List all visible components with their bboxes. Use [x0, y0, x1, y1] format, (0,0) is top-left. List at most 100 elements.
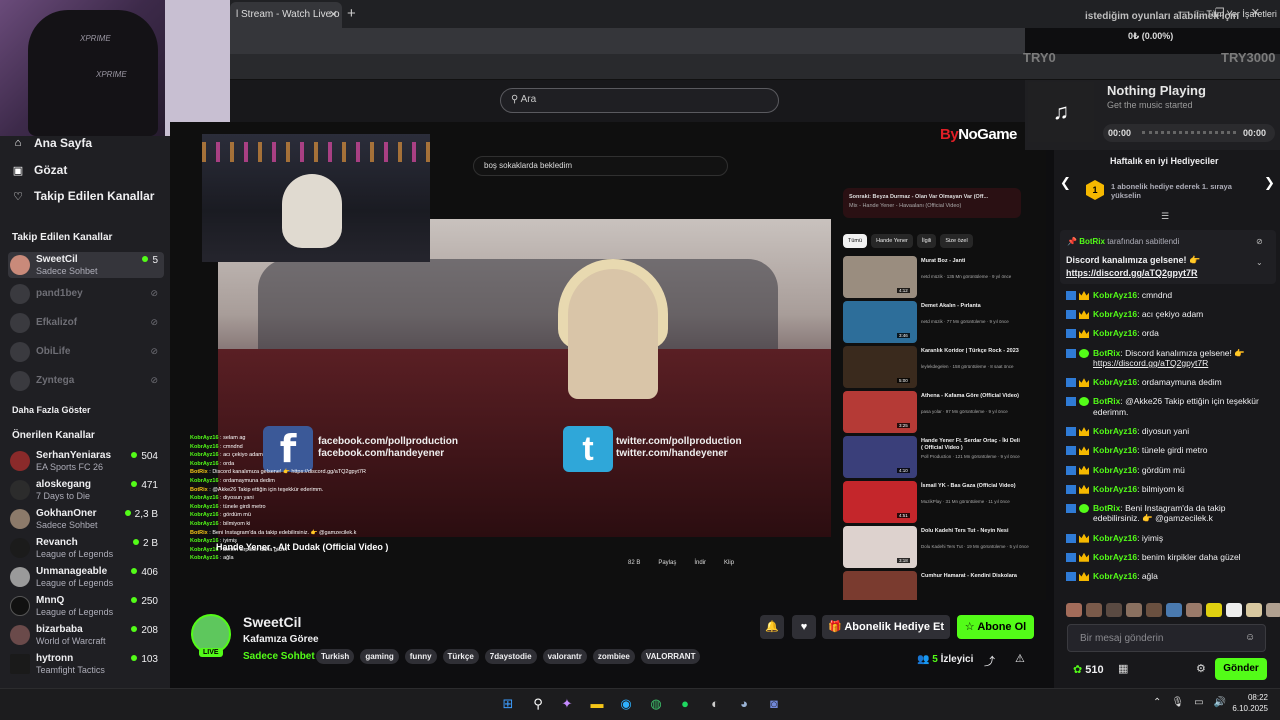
- emote[interactable]: [1146, 603, 1162, 617]
- chat-username[interactable]: KobrAyz16: [1093, 571, 1137, 581]
- chat-username[interactable]: KobrAyz16: [1093, 426, 1137, 436]
- chat-username[interactable]: KobrAyz16: [1093, 445, 1137, 455]
- stream-category[interactable]: Sadece Sohbet: [243, 651, 315, 662]
- emote[interactable]: [1066, 603, 1082, 617]
- emote[interactable]: [1166, 603, 1182, 617]
- emote[interactable]: [1086, 603, 1102, 617]
- share-icon[interactable]: ⤴: [984, 653, 995, 669]
- sidebar-channel-sweetcil[interactable]: SweetCil Sadece Sohbet 5: [8, 252, 164, 278]
- badge-icon: [1066, 446, 1076, 456]
- pinned-link[interactable]: https://discord.gg/aTQ2gpyt7R: [1066, 268, 1198, 278]
- chat-text: orda: [1141, 328, 1159, 339]
- sidebar-channel-aloskegang[interactable]: aloskegang 7 Days to Die 471: [8, 477, 164, 503]
- chrome-icon[interactable]: ◍: [647, 695, 665, 713]
- emote[interactable]: [1106, 603, 1122, 617]
- chevron-left-icon[interactable]: ❮: [1060, 175, 1071, 191]
- browser-tab[interactable]: l Stream - Watch Live o ✕: [230, 2, 342, 28]
- sidebar-channel-serhanyeniaras[interactable]: SerhanYeniaras EA Sports FC 26 504: [8, 448, 164, 474]
- chat-username[interactable]: KobrAyz16: [1093, 484, 1137, 494]
- tag[interactable]: Türkçe: [442, 649, 479, 664]
- steam-icon[interactable]: ◕: [735, 695, 753, 713]
- sidebar-channel-bizarbaba[interactable]: bizarbaba World of Warcraft 208: [8, 622, 164, 648]
- tag[interactable]: Turkish: [316, 649, 355, 664]
- sidebar-channel-zyntega[interactable]: Zyntega ⊘: [8, 368, 164, 394]
- chat-username[interactable]: KobrAyz16: [1093, 328, 1137, 338]
- sidebar-channel-revanch[interactable]: Revanch League of Legends 2 B: [8, 535, 164, 561]
- windows-start-icon[interactable]: ⊞: [499, 695, 517, 713]
- microphone-icon[interactable]: 🎙: [1171, 697, 1184, 708]
- nav-browse[interactable]: ▣ Gözat: [12, 163, 68, 177]
- emote[interactable]: [1226, 603, 1242, 617]
- tag[interactable]: funny: [404, 649, 437, 664]
- donation-progress: 0₺ (0.00%): [1128, 31, 1174, 41]
- chevron-right-icon[interactable]: ❯: [1264, 175, 1275, 191]
- sidebar-channel-unmanageable[interactable]: Unmanageable League of Legends 406: [8, 564, 164, 590]
- channel-name: SweetCil: [36, 254, 78, 265]
- yt-side-video: 3:46 Demet Akalın - Pırlanta netd müzik · …: [843, 301, 1043, 343]
- gear-icon[interactable]: ⚙: [1196, 662, 1206, 675]
- chat-link[interactable]: https://discord.gg/aTQ2gpyt7R: [1093, 358, 1208, 368]
- sidebar-channel-obilife[interactable]: ObiLife ⊘: [8, 339, 164, 365]
- chat-username[interactable]: KobrAyz16: [1093, 465, 1137, 475]
- search-icon[interactable]: ⚲: [529, 695, 547, 713]
- send-button[interactable]: Gönder: [1215, 658, 1267, 680]
- channel-points[interactable]: ✿ 510: [1073, 663, 1104, 676]
- obs-icon[interactable]: ◐: [706, 695, 724, 713]
- show-more-link[interactable]: Daha Fazla Göster: [12, 405, 91, 415]
- store-icon[interactable]: ▦: [1118, 662, 1128, 675]
- chat-username[interactable]: BotRix: [1093, 503, 1120, 513]
- chevron-up-icon[interactable]: ⌃: [1153, 697, 1161, 708]
- emote[interactable]: [1266, 603, 1280, 617]
- gift-subscription-button[interactable]: 🎁 Abonelik Hediye Et: [822, 615, 950, 639]
- file-explorer-icon[interactable]: ▬: [588, 695, 606, 713]
- search-input[interactable]: ⚲ Ara: [500, 88, 779, 113]
- unpin-icon[interactable]: ⊘: [1256, 237, 1263, 246]
- filter-icon[interactable]: ☰: [1161, 211, 1169, 222]
- emote[interactable]: [1206, 603, 1222, 617]
- pin-icon: 📌: [1067, 237, 1080, 246]
- taskbar-clock[interactable]: 08:22 6.10.2025: [1228, 692, 1268, 714]
- emoji-icon[interactable]: ☺: [1245, 632, 1255, 643]
- chat-message-input[interactable]: Bir mesaj gönderin: [1067, 624, 1266, 652]
- sidebar-channel-efkalizof[interactable]: Efkalizof ⊘: [8, 310, 164, 336]
- nav-home[interactable]: ⌂ Ana Sayfa: [12, 136, 92, 150]
- copilot-icon[interactable]: ✦: [558, 695, 576, 713]
- tag[interactable]: zombiee: [592, 649, 635, 664]
- new-tab-button[interactable]: +: [347, 5, 356, 22]
- verified-badge-icon: [1079, 348, 1089, 358]
- chevron-down-icon[interactable]: ⌄: [1256, 258, 1263, 267]
- chat-username[interactable]: KobrAyz16: [1093, 377, 1137, 387]
- emote[interactable]: [1246, 603, 1262, 617]
- discord-icon[interactable]: ◙: [765, 695, 783, 713]
- chat-username[interactable]: BotRix: [1093, 396, 1120, 406]
- chat-username[interactable]: KobrAyz16: [1093, 552, 1137, 562]
- heart-follow-icon[interactable]: ♥: [792, 615, 816, 639]
- sidebar-channel-hytronn[interactable]: hytronn Teamfight Tactics 103: [8, 651, 164, 677]
- sidebar-channel-gokhanoner[interactable]: GokhanOner Sadece Sohbet 2,3 B: [8, 506, 164, 532]
- chat-username[interactable]: BotRix: [1093, 348, 1120, 358]
- chat-username[interactable]: KobrAyz16: [1093, 533, 1137, 543]
- emote[interactable]: [1186, 603, 1202, 617]
- video-player[interactable]: ByNoGame boş sokaklarda bekledim f faceb…: [170, 122, 1046, 600]
- edge-icon[interactable]: ◉: [617, 695, 635, 713]
- notification-bell-icon[interactable]: 🔔: [760, 615, 784, 639]
- report-icon[interactable]: ⚠: [1015, 652, 1025, 665]
- sidebar-channel-pand1bey[interactable]: pand1bey ⊘: [8, 281, 164, 307]
- points-value: 510: [1085, 664, 1104, 676]
- close-tab-icon[interactable]: ✕: [329, 8, 338, 21]
- subscribe-button[interactable]: ☆ Abone Ol: [957, 615, 1034, 639]
- chat-username[interactable]: KobrAyz16: [1093, 290, 1137, 300]
- sidebar-channel-mnnq[interactable]: MnnQ League of Legends 250: [8, 593, 164, 619]
- tag[interactable]: gaming: [360, 649, 399, 664]
- chat-username[interactable]: KobrAyz16: [1093, 309, 1137, 319]
- tag[interactable]: valorantr: [542, 649, 587, 664]
- network-icon[interactable]: ▭: [1194, 697, 1203, 708]
- emote[interactable]: [1126, 603, 1142, 617]
- tag[interactable]: VALORRANT: [640, 649, 701, 664]
- streamer-name[interactable]: SweetCil: [243, 614, 301, 630]
- gifters-note: 1 abonelik hediye ederek 1. sıraya yükse…: [1111, 182, 1232, 200]
- tag[interactable]: 7daystodie: [484, 649, 537, 664]
- nav-following[interactable]: ♡ Takip Edilen Kanallar: [12, 189, 154, 203]
- spotify-icon[interactable]: ●: [676, 695, 694, 713]
- volume-icon[interactable]: 🔊: [1214, 697, 1226, 708]
